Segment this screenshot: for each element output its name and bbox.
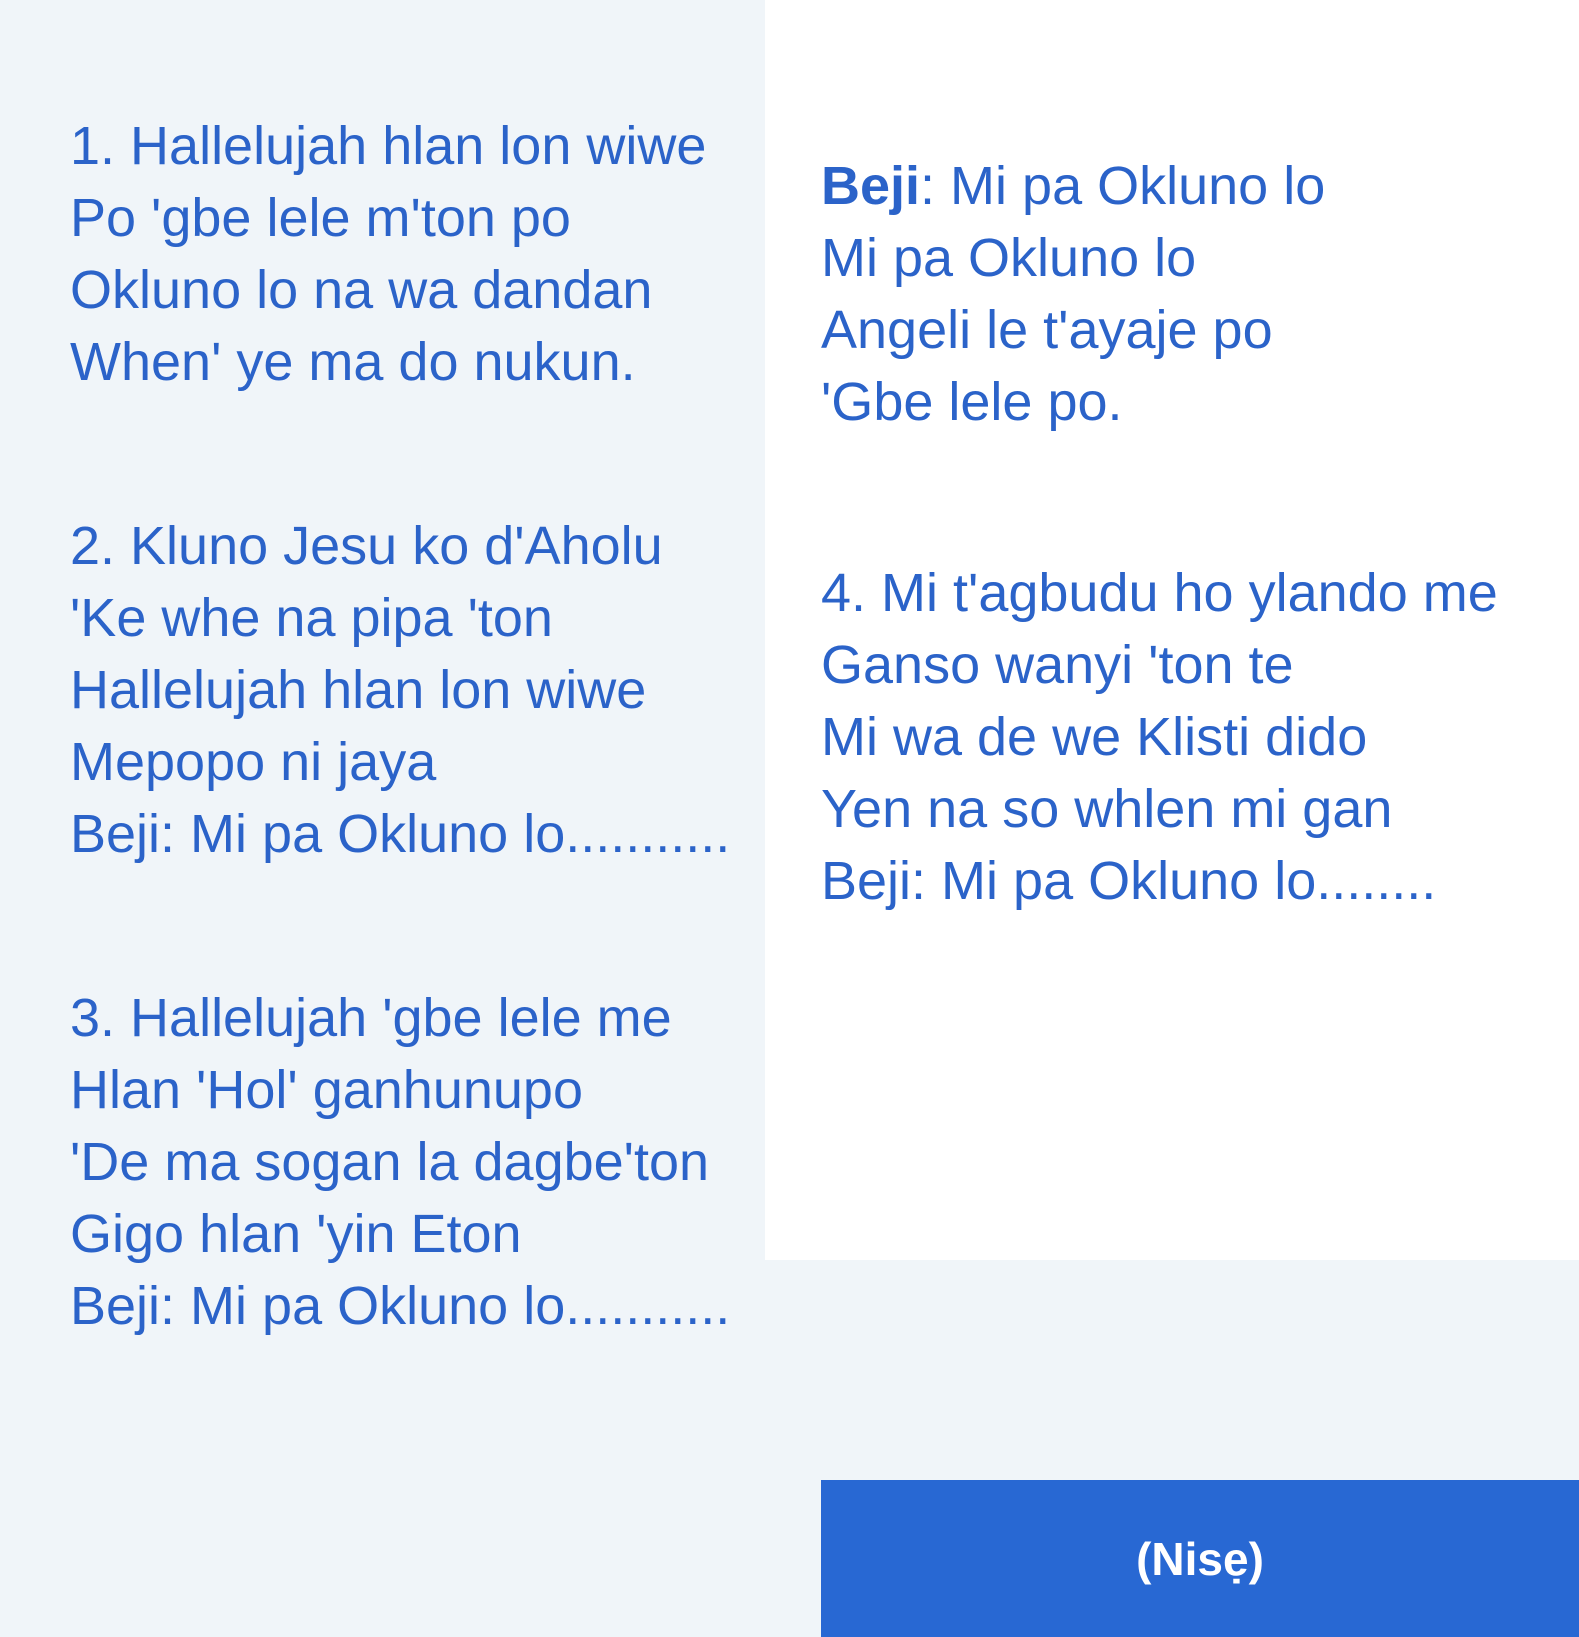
stanza-line: Beji: Mi pa Okluno lo........ xyxy=(821,851,1437,911)
stanza-line: Ganso wanyi 'ton te xyxy=(821,635,1294,695)
stanza-line: Okluno lo na wa dandan xyxy=(70,260,653,320)
stanza-line: When' ye ma do nukun. xyxy=(70,332,636,392)
stanza-1: 1. Hallelujah hlan lon wiwe Po 'gbe lele… xyxy=(70,110,706,398)
chorus: Beji: Mi pa Okluno lo Mi pa Okluno lo An… xyxy=(821,150,1325,438)
stanza-line: Beji: Mi pa Okluno lo........... xyxy=(70,804,731,864)
stanza-line: Po 'gbe lele m'ton po xyxy=(70,188,571,248)
stanza-line: 'Ke whe na pipa 'ton xyxy=(70,588,553,648)
chorus-label: Beji xyxy=(821,156,921,216)
stanza-4: 4. Mi t'agbudu ho ylando me Ganso wanyi … xyxy=(821,557,1498,917)
stanza-line: Yen na so whlen mi gan xyxy=(821,779,1393,839)
stanza-line: 2. Kluno Jesu ko d'Aholu xyxy=(70,516,663,576)
stanza-line: 1. Hallelujah hlan lon wiwe xyxy=(70,116,707,176)
chorus-line: Mi pa Okluno lo xyxy=(821,228,1197,288)
stanza-line: 4. Mi t'agbudu ho ylando me xyxy=(821,563,1498,623)
stanza-line: Gigo hlan 'yin Eton xyxy=(70,1204,522,1264)
stanza-3: 3. Hallelujah 'gbe lele me Hlan 'Hol' ga… xyxy=(70,982,730,1342)
stanza-line: 'De ma sogan la dagbe'ton xyxy=(70,1132,710,1192)
stanza-line: 3. Hallelujah 'gbe lele me xyxy=(70,988,672,1048)
stanza-line: Hallelujah hlan lon wiwe xyxy=(70,660,647,720)
nise-button[interactable]: (Nisẹ) xyxy=(821,1480,1579,1637)
chorus-line: Angeli le t'ayaje po xyxy=(821,300,1273,360)
stanza-line: Mi wa de we Klisti dido xyxy=(821,707,1368,767)
stanza-line: Beji: Mi pa Okluno lo........... xyxy=(70,1276,731,1336)
stanza-line: Mepopo ni jaya xyxy=(70,732,437,792)
stanza-2: 2. Kluno Jesu ko d'Aholu 'Ke whe na pipa… xyxy=(70,510,730,870)
chorus-first-line: Beji: Mi pa Okluno lo xyxy=(821,150,1325,222)
chorus-line: 'Gbe lele po. xyxy=(821,372,1123,432)
stanza-line: Hlan 'Hol' ganhunupo xyxy=(70,1060,583,1120)
chorus-first-line-text: : Mi pa Okluno lo xyxy=(920,156,1326,216)
